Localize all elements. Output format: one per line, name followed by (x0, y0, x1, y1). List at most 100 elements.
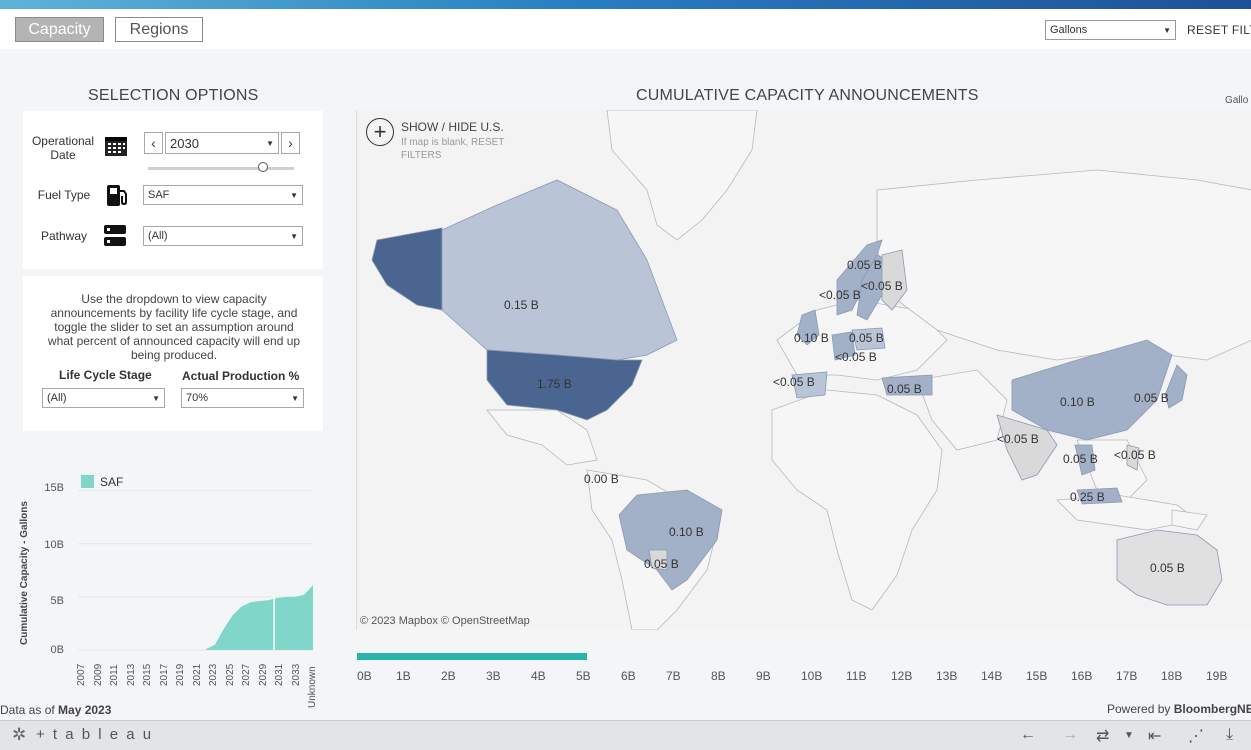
download-icon[interactable]: ⤓ (1226, 726, 1233, 744)
area-series-saf (206, 585, 313, 650)
y-tick-label: 5B (34, 595, 64, 607)
x-tick-label: 2017 (159, 664, 170, 686)
redo-icon[interactable]: → (1062, 726, 1078, 744)
top-accent-bar (0, 0, 1251, 9)
x-tick-label: 2023 (208, 664, 219, 686)
y-tick-label: 0B (34, 644, 64, 656)
x-tick-label: 2021 (192, 664, 203, 686)
x-tick-label: 2033 (291, 664, 302, 686)
x-tick-label: Unknown (307, 666, 318, 708)
pathway-label: Pathway (33, 229, 95, 243)
label-poland: 0.05 B (849, 331, 884, 345)
new-guinea-shape (1172, 510, 1207, 530)
year-slider-track[interactable] (148, 167, 294, 170)
selection-options-title: SELECTION OPTIONS (88, 87, 259, 105)
map-title: CUMULATIVE CAPACITY ANNOUNCEMENTS (636, 87, 979, 105)
tab-capacity[interactable]: Capacity (15, 17, 104, 42)
tableau-toolbar: ✲ + t a b l e a u ← → ⇄ ▼ ⇤ ⋰ ⤓ (0, 720, 1251, 750)
share-icon[interactable]: ⋰ (1188, 726, 1204, 746)
scale-bar (357, 653, 587, 660)
data-as-of-date: May 2023 (58, 703, 111, 717)
chevron-down-icon: ▼ (152, 394, 160, 403)
pathway-value: (All) (148, 230, 168, 242)
greenland-shape (607, 110, 757, 240)
x-tick-label: 2007 (76, 664, 87, 686)
year-prev-button[interactable]: ‹ (144, 132, 163, 154)
world-map[interactable]: + SHOW / HIDE U.S. If map is blank, RESE… (356, 110, 1251, 630)
x-tick-label: 2015 (142, 664, 153, 686)
chevron-down-icon: ▼ (290, 232, 298, 241)
canada-shape (442, 180, 677, 360)
africa-shape (772, 390, 942, 610)
chevron-down-icon: ▼ (266, 139, 274, 148)
y-tick-label: 10B (34, 539, 64, 551)
show-hide-us-label[interactable]: SHOW / HIDE U.S. (401, 120, 504, 134)
scale-tick-label: 5B (576, 669, 591, 683)
calendar-icon (104, 135, 128, 162)
show-hide-us-button[interactable]: + (366, 118, 394, 146)
unit-dropdown[interactable]: Gallons ▼ (1045, 20, 1176, 40)
fuel-type-dropdown[interactable]: SAF ▼ (143, 185, 303, 205)
x-tick-label: 2013 (126, 664, 137, 686)
label-norway: 0.05 B (847, 258, 882, 272)
label-uk: 0.10 B (794, 331, 829, 345)
map-hint: If map is blank, RESET FILTERS (401, 136, 526, 162)
chevron-down-icon[interactable]: ▼ (1124, 730, 1134, 741)
revert-icon[interactable]: ⇄ (1096, 726, 1109, 746)
powered-by-prefix: Powered by (1107, 702, 1174, 716)
fuel-type-value: SAF (148, 189, 169, 201)
data-as-of-prefix: Data as of (0, 703, 58, 717)
map-corner-label: Gallo (1225, 95, 1248, 106)
scale-tick-label: 19B (1206, 669, 1227, 683)
chevron-down-icon: ▼ (291, 394, 299, 403)
scale-tick-label: 7B (666, 669, 681, 683)
scale-tick-label: 11B (846, 669, 866, 683)
operational-date-label: Operational Date (28, 134, 98, 162)
pathway-icon (103, 224, 127, 253)
label-paraguay: 0.05 B (644, 557, 679, 571)
selection-card: Operational Date ‹ 2030 ▼ › Fuel Type SA… (23, 111, 323, 269)
year-next-button[interactable]: › (281, 132, 300, 154)
tableau-brand: + t a b l e a u (36, 726, 153, 743)
y-tick-label: 15B (34, 482, 64, 494)
scale-tick-label: 10B (801, 669, 822, 683)
label-spain: <0.05 B (773, 375, 815, 389)
production-value: 70% (186, 392, 208, 404)
label-japan: 0.05 B (1134, 391, 1169, 405)
scale-tick-label: 1B (396, 669, 411, 683)
chart-ylabel: Cumulative Capacity - Gallons (19, 501, 30, 645)
scale-tick-label: 16B (1071, 669, 1092, 683)
production-dropdown[interactable]: 70% ▼ (181, 388, 304, 408)
powered-by: Powered by BloombergNE (1107, 702, 1251, 716)
life-cycle-dropdown[interactable]: (All) ▼ (42, 388, 165, 408)
label-sweden: <0.05 B (819, 288, 861, 302)
label-turkey: 0.05 B (887, 382, 922, 396)
undo-icon[interactable]: ← (1020, 726, 1036, 744)
label-caribbean: 0.00 B (584, 472, 619, 486)
tab-regions[interactable]: Regions (115, 17, 203, 42)
pathway-dropdown[interactable]: (All) ▼ (143, 226, 303, 246)
help-text: Use the dropdown to view capacity announ… (40, 292, 308, 362)
label-brazil: 0.10 B (669, 525, 704, 539)
x-tick-label: 2011 (109, 664, 120, 686)
data-as-of: Data as of May 2023 (0, 703, 111, 717)
first-page-icon[interactable]: ⇤ (1148, 726, 1161, 746)
year-dropdown[interactable]: 2030 ▼ (165, 132, 279, 154)
life-cycle-stage-label: Life Cycle Stage (59, 368, 152, 382)
alaska-shape (372, 228, 442, 310)
label-thailand: 0.05 B (1063, 452, 1098, 466)
powered-by-name: BloombergNE (1174, 702, 1251, 716)
tab-strip: Capacity Regions Gallons ▼ RESET FILT (0, 9, 1251, 49)
scale-tick-label: 15B (1026, 669, 1047, 683)
scale-tick-label: 12B (891, 669, 912, 683)
capacity-area-chart (73, 470, 318, 660)
x-tick-label: 2029 (258, 664, 269, 686)
year-slider-handle[interactable] (258, 162, 268, 172)
scale-tick-label: 8B (711, 669, 726, 683)
scale-tick-label: 18B (1161, 669, 1182, 683)
scale-tick-label: 13B (936, 669, 957, 683)
tableau-logo-icon: ✲ (12, 725, 26, 745)
reset-filters-button[interactable]: RESET FILT (1187, 23, 1251, 37)
map-attribution: © 2023 Mapbox © OpenStreetMap (360, 615, 530, 627)
scale-tick-label: 2B (441, 669, 456, 683)
